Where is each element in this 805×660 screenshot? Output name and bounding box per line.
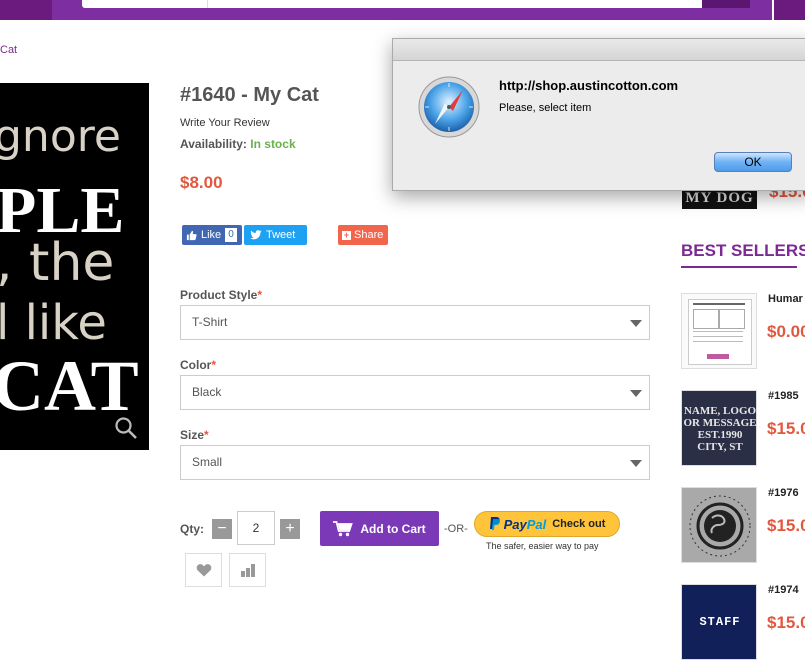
search-input[interactable] [82,0,750,8]
color-value: Black [192,385,222,399]
or-separator: -OR- [444,523,468,535]
size-label-text: Size [180,428,205,442]
availability-label: Availability: [180,137,247,151]
availability-status: In stock [250,137,296,151]
best-seller-name[interactable]: #1985 [768,390,799,402]
globe-icon [689,495,751,557]
color-label: Color* [180,358,216,372]
dialog-titlebar[interactable] [393,39,805,61]
image-text-line: l like [0,295,107,351]
best-seller-name[interactable]: Humar [768,293,803,305]
best-seller-price: $15.0 [767,516,805,535]
breadcrumb-current[interactable]: Cat [0,44,17,56]
product-image[interactable]: gnore PLE , the l like CAT [0,83,149,450]
search-button[interactable] [702,0,750,8]
best-seller-name[interactable]: #1974 [768,584,799,596]
qty-label: Qty: [180,522,204,536]
best-sellers-heading: BEST SELLERS [681,241,805,260]
product-title: #1640 - My Cat [180,84,319,106]
image-text-line: , the [0,233,115,293]
product-price: $8.00 [180,173,223,192]
best-seller-price: $0.00 [767,322,805,341]
qty-decrease-button[interactable]: − [212,519,232,539]
product-style-select[interactable]: T-Shirt [180,305,650,340]
best-seller-thumb[interactable]: NAME, LOGO OR MESSAGE EST.1990 CITY, ST [681,390,757,466]
paypal-word-pal: Pal [526,516,547,532]
plus-icon: + [342,229,351,240]
product-style-label: Product Style* [180,288,262,302]
best-seller-thumb[interactable]: STAFF [681,584,757,660]
qty-increase-button[interactable]: + [280,519,300,539]
size-label: Size* [180,428,209,442]
add-to-cart-label: Add to Cart [360,521,426,536]
tweet-label: Tweet [266,229,296,241]
zoom-icon[interactable] [114,416,138,440]
best-seller-thumb-text: STAFF [699,615,741,629]
best-seller-thumb[interactable] [681,293,757,369]
header-left-block [0,0,52,20]
paypal-checkout-label: Check out [552,518,606,530]
product-style-label-text: Product Style [180,288,258,302]
thumbs-up-icon [186,230,197,240]
color-select[interactable]: Black [180,375,650,410]
paypal-logo-icon [489,517,500,530]
like-count: 0 [225,228,237,242]
best-seller-price: $15.0 [767,613,805,632]
ok-button[interactable]: OK [714,152,792,172]
chevron-down-icon [630,390,642,397]
qty-input[interactable]: 2 [237,511,275,545]
size-select[interactable]: Small [180,445,650,480]
twitter-bird-icon [250,230,262,240]
safari-compass-icon [418,76,480,138]
best-seller-name[interactable]: #1976 [768,487,799,499]
required-mark: * [211,358,217,372]
add-to-cart-button[interactable]: Add to Cart [320,511,439,546]
share-label: Share [354,229,384,241]
best-seller-price: $15.0 [767,419,805,438]
heart-icon [196,564,211,577]
facebook-like-button[interactable]: Like 0 [182,225,242,245]
chevron-down-icon [630,320,642,327]
paypal-checkout-button[interactable]: Pay Pal Check out [474,511,620,537]
best-sellers-underline [681,266,797,268]
dialog-host: http://shop.austincotton.com [499,78,679,93]
paypal-word-pay: Pay [503,516,527,532]
best-seller-thumb-text: NAME, LOGO OR MESSAGE EST.1990 CITY, ST [683,405,757,453]
paypal-tagline: The safer, easier way to pay [486,541,599,551]
share-button[interactable]: + Share [338,225,388,245]
alert-dialog: http://shop.austincotton.com Please, sel… [392,38,805,191]
top-header [0,0,805,20]
availability: Availability: In stock [180,137,296,151]
required-mark: * [257,288,263,302]
compare-button[interactable] [229,553,266,587]
bar-chart-icon [240,564,255,577]
document-preview-icon [688,299,752,365]
image-text-line: gnore [0,111,121,162]
color-label-text: Color [180,358,212,372]
tweet-button[interactable]: Tweet [244,225,307,245]
dialog-message: Please, select item [499,102,592,114]
chevron-down-icon [630,460,642,467]
search-category-divider [207,0,208,8]
required-mark: * [204,428,209,442]
write-review-link[interactable]: Write Your Review [180,117,270,129]
like-label: Like [201,229,222,241]
wishlist-button[interactable] [185,553,222,587]
cart-icon [333,520,354,536]
best-seller-thumb[interactable] [681,487,757,563]
size-value: Small [192,455,223,469]
product-style-value: T-Shirt [192,315,228,329]
header-cart-button[interactable] [774,0,805,20]
